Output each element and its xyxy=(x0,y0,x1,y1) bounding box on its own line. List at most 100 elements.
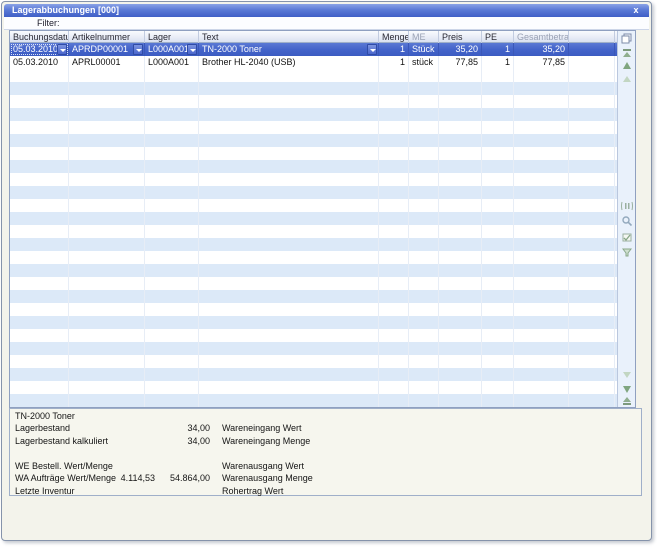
cell-buchungsdatum[interactable] xyxy=(10,238,69,251)
cell-gesamtbetrag[interactable] xyxy=(514,381,569,394)
cell-text[interactable] xyxy=(199,199,379,212)
cell-text[interactable] xyxy=(199,69,379,82)
cell-preis[interactable] xyxy=(439,69,482,82)
table-row-empty[interactable] xyxy=(10,342,617,355)
cell-buchungsdatum[interactable] xyxy=(10,173,69,186)
table-row-empty[interactable] xyxy=(10,368,617,381)
cell-artikelnummer[interactable] xyxy=(69,121,145,134)
cell-artikelnummer[interactable] xyxy=(69,186,145,199)
cell-gesamtbetrag[interactable]: 35,20 xyxy=(514,43,569,56)
cell-text[interactable] xyxy=(199,121,379,134)
cell-filler[interactable] xyxy=(569,108,615,121)
cell-gesamtbetrag[interactable] xyxy=(514,238,569,251)
cell-artikelnummer[interactable] xyxy=(69,290,145,303)
cell-gesamtbetrag[interactable] xyxy=(514,82,569,95)
cell-pe[interactable] xyxy=(482,69,514,82)
scroll-up-page-icon[interactable] xyxy=(621,73,633,85)
cell-gesamtbetrag[interactable] xyxy=(514,342,569,355)
cell-lager[interactable] xyxy=(145,264,199,277)
column-header-text[interactable]: Text xyxy=(199,31,379,43)
edit-icon[interactable] xyxy=(621,231,633,243)
cell-gesamtbetrag[interactable] xyxy=(514,212,569,225)
cell-gesamtbetrag[interactable] xyxy=(514,303,569,316)
cell-lager[interactable] xyxy=(145,134,199,147)
cell-text[interactable] xyxy=(199,290,379,303)
cell-lager[interactable]: L000A001 xyxy=(145,43,199,56)
scroll-up-icon[interactable] xyxy=(621,60,633,72)
cell-buchungsdatum[interactable]: 05.03.2010 xyxy=(10,56,69,69)
cell-text[interactable] xyxy=(199,316,379,329)
cell-artikelnummer[interactable] xyxy=(69,225,145,238)
cell-text[interactable] xyxy=(199,381,379,394)
cell-text[interactable] xyxy=(199,238,379,251)
cell-artikelnummer[interactable] xyxy=(69,238,145,251)
cell-text[interactable] xyxy=(199,160,379,173)
cell-buchungsdatum[interactable] xyxy=(10,251,69,264)
cell-menge[interactable] xyxy=(379,264,409,277)
cell-artikelnummer[interactable]: APRDP00001 xyxy=(69,43,145,56)
cell-preis[interactable] xyxy=(439,316,482,329)
cell-filler[interactable] xyxy=(569,290,615,303)
cell-filler[interactable] xyxy=(569,212,615,225)
cell-gesamtbetrag[interactable] xyxy=(514,225,569,238)
cell-me[interactable] xyxy=(409,186,439,199)
cell-buchungsdatum[interactable] xyxy=(10,160,69,173)
cell-lager[interactable] xyxy=(145,225,199,238)
table-row-empty[interactable] xyxy=(10,173,617,186)
cell-preis[interactable] xyxy=(439,394,482,407)
cell-lager[interactable] xyxy=(145,381,199,394)
cell-preis[interactable] xyxy=(439,95,482,108)
cell-buchungsdatum[interactable] xyxy=(10,108,69,121)
cell-filler[interactable] xyxy=(569,121,615,134)
cell-menge[interactable] xyxy=(379,147,409,160)
cell-artikelnummer[interactable] xyxy=(69,381,145,394)
cell-preis[interactable] xyxy=(439,381,482,394)
cell-menge[interactable] xyxy=(379,251,409,264)
table-row-empty[interactable] xyxy=(10,212,617,225)
cell-pe[interactable] xyxy=(482,251,514,264)
cell-text[interactable] xyxy=(199,355,379,368)
table-row[interactable]: 05.03.2010 APRL00001 L000A001 Brother HL-20… xyxy=(10,56,617,69)
cell-filler[interactable] xyxy=(569,225,615,238)
cell-pe[interactable] xyxy=(482,134,514,147)
cell-menge[interactable] xyxy=(379,342,409,355)
cell-pe[interactable] xyxy=(482,290,514,303)
cell-filler[interactable] xyxy=(569,43,615,56)
cell-me[interactable] xyxy=(409,69,439,82)
cell-menge[interactable] xyxy=(379,173,409,186)
dropdown-button[interactable] xyxy=(57,44,67,55)
column-header-artikelnummer[interactable]: Artikelnummer xyxy=(69,31,145,43)
cell-buchungsdatum[interactable] xyxy=(10,316,69,329)
cell-menge[interactable] xyxy=(379,355,409,368)
cell-buchungsdatum[interactable]: 05.03.2010 xyxy=(10,43,69,56)
cell-preis[interactable] xyxy=(439,251,482,264)
cell-buchungsdatum[interactable] xyxy=(10,95,69,108)
cell-text[interactable] xyxy=(199,108,379,121)
cell-artikelnummer[interactable] xyxy=(69,277,145,290)
cell-filler[interactable] xyxy=(569,56,615,69)
cell-gesamtbetrag[interactable] xyxy=(514,368,569,381)
close-icon[interactable]: x xyxy=(630,4,642,17)
cell-lager[interactable] xyxy=(145,290,199,303)
cell-me[interactable] xyxy=(409,121,439,134)
cell-preis[interactable] xyxy=(439,199,482,212)
cell-text[interactable] xyxy=(199,225,379,238)
cell-lager[interactable] xyxy=(145,82,199,95)
cell-gesamtbetrag[interactable] xyxy=(514,316,569,329)
scroll-top-icon[interactable] xyxy=(621,47,633,59)
cell-filler[interactable] xyxy=(569,134,615,147)
column-header-me[interactable]: ME xyxy=(409,31,439,43)
column-header-pe[interactable]: PE xyxy=(482,31,514,43)
cell-me[interactable] xyxy=(409,264,439,277)
cell-filler[interactable] xyxy=(569,186,615,199)
table-row-empty[interactable] xyxy=(10,251,617,264)
cell-filler[interactable] xyxy=(569,368,615,381)
cell-lager[interactable] xyxy=(145,95,199,108)
cell-gesamtbetrag[interactable] xyxy=(514,186,569,199)
table-row-empty[interactable] xyxy=(10,381,617,394)
cell-menge[interactable] xyxy=(379,186,409,199)
cell-me[interactable] xyxy=(409,108,439,121)
filter-icon[interactable] xyxy=(621,246,633,258)
cell-text[interactable] xyxy=(199,368,379,381)
cell-buchungsdatum[interactable] xyxy=(10,134,69,147)
